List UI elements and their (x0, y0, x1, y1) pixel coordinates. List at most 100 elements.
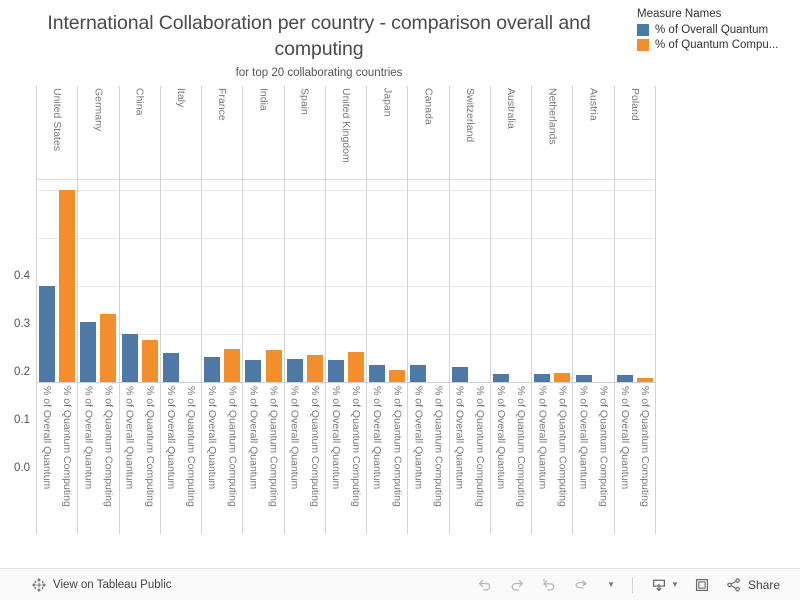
measure-label-cell[interactable]: % of Quantum Computing (470, 382, 490, 534)
country-header-cell[interactable]: Netherlands (532, 86, 574, 179)
measure-label-cell[interactable]: % of Quantum Computing (98, 382, 118, 534)
bar[interactable] (80, 321, 97, 382)
measure-label-cell[interactable]: % of Quantum Computing (263, 382, 283, 534)
measure-label: % of Overall Quantum (618, 386, 631, 490)
bar[interactable] (389, 369, 406, 382)
country-header-cell[interactable]: Canada (408, 86, 450, 179)
bar-slot (181, 180, 201, 382)
measure-label-cell[interactable]: % of Quantum Computing (57, 382, 77, 534)
measure-label-group: % of Overall Quantum % of Quantum Computi… (491, 382, 533, 534)
bar-slot (140, 180, 160, 382)
bar[interactable] (616, 375, 633, 382)
measure-label-cell[interactable]: % of Overall Quantum (408, 382, 428, 534)
bar[interactable] (59, 189, 76, 382)
country-header-cell[interactable]: Germany (78, 86, 120, 179)
bar-slot (408, 180, 428, 382)
measure-label-cell[interactable]: % of Quantum Computing (594, 382, 614, 534)
bar[interactable] (306, 354, 323, 382)
country-label: Australia (505, 88, 518, 129)
measure-label-cell[interactable]: % of Quantum Computing (140, 382, 160, 534)
reset-button[interactable] (534, 572, 564, 598)
legend-item-overall-quantum[interactable]: % of Overall Quantum (637, 24, 797, 36)
bar[interactable] (100, 314, 117, 382)
measure-label-cell[interactable]: % of Overall Quantum (243, 382, 263, 534)
bar[interactable] (162, 353, 179, 382)
country-header-cell[interactable]: Japan (367, 86, 409, 179)
measure-label-cell[interactable]: % of Overall Quantum (326, 382, 346, 534)
bar[interactable] (327, 359, 344, 382)
bar-columns (36, 180, 656, 382)
country-header-cell[interactable]: United Kingdom (326, 86, 368, 179)
bar[interactable] (348, 351, 365, 382)
measure-label-cell[interactable]: % of Quantum Computing (387, 382, 407, 534)
bar[interactable] (204, 356, 221, 382)
country-header-cell[interactable]: France (202, 86, 244, 179)
bar[interactable] (224, 349, 241, 382)
country-header-cell[interactable]: Switzerland (450, 86, 491, 179)
measure-label-cell[interactable]: % of Overall Quantum (37, 382, 57, 534)
measure-label-cell[interactable]: % of Overall Quantum (161, 382, 181, 534)
bar-group (202, 180, 244, 382)
fullscreen-button[interactable] (687, 572, 717, 598)
bar-slot (346, 180, 366, 382)
country-header-cell[interactable]: Austria (573, 86, 615, 179)
view-on-tableau-public-link[interactable]: View on Tableau Public (53, 579, 172, 591)
download-button[interactable]: ▼ (644, 572, 685, 598)
measure-label-cell[interactable]: % of Overall Quantum (532, 382, 552, 534)
chevron-down-icon: ▼ (607, 580, 616, 589)
legend-item-quantum-computing[interactable]: % of Quantum Compu... (637, 39, 797, 51)
measure-label: % of Overall Quantum (123, 386, 136, 490)
bar[interactable] (451, 367, 468, 382)
measure-label-cell[interactable]: % of Overall Quantum (491, 382, 511, 534)
undo-button[interactable] (470, 572, 500, 598)
country-header-cell[interactable]: Poland (615, 86, 656, 179)
measure-label-cell[interactable]: % of Quantum Computing (222, 382, 242, 534)
toolbar-right-group: ▼ ▼ Share (470, 572, 786, 598)
bar[interactable] (575, 375, 592, 382)
measure-label-cell[interactable]: % of Overall Quantum (573, 382, 593, 534)
bar[interactable] (245, 359, 262, 382)
bottom-toolbar: View on Tableau Public ▼ ▼ Share (0, 568, 800, 600)
measure-label-cell[interactable]: % of Quantum Computing (346, 382, 366, 534)
bar-group (36, 180, 79, 382)
measure-label-cell[interactable]: % of Overall Quantum (450, 382, 470, 534)
measure-label: % of Quantum Computing (638, 386, 651, 507)
bar[interactable] (492, 374, 509, 382)
measure-label-cell[interactable]: % of Overall Quantum (615, 382, 635, 534)
bar[interactable] (286, 359, 303, 382)
measure-label-cell[interactable]: % of Quantum Computing (181, 382, 201, 534)
measure-label-cell[interactable]: % of Overall Quantum (202, 382, 222, 534)
measure-label-cell[interactable]: % of Overall Quantum (285, 382, 305, 534)
country-header-cell[interactable]: Spain (285, 86, 326, 179)
measure-label-cell[interactable]: % of Quantum Computing (429, 382, 449, 534)
measure-label-cell[interactable]: % of Overall Quantum (367, 382, 387, 534)
measure-label: % of Overall Quantum (495, 386, 507, 490)
bar[interactable] (554, 373, 571, 382)
measure-label-cell[interactable]: % of Quantum Computing (511, 382, 531, 534)
country-header-cell[interactable]: China (120, 86, 161, 179)
measure-label: % of Quantum Computing (102, 386, 115, 507)
refresh-dropdown-caret[interactable]: ▼ (598, 572, 621, 598)
country-header-cell[interactable]: India (243, 86, 285, 179)
measure-label-cell[interactable]: % of Quantum Computing (305, 382, 325, 534)
measure-label-group: % of Overall Quantum % of Quantum Computi… (36, 382, 79, 534)
measure-label-cell[interactable]: % of Quantum Computing (552, 382, 572, 534)
refresh-button[interactable] (566, 572, 596, 598)
measure-label: % of Overall Quantum (453, 386, 466, 490)
country-header-cell[interactable]: United States (36, 86, 79, 179)
measure-label-cell[interactable]: % of Quantum Computing (635, 382, 655, 534)
bar[interactable] (410, 365, 427, 382)
bar[interactable] (369, 365, 386, 382)
measure-label-cell[interactable]: % of Overall Quantum (120, 382, 140, 534)
country-header-cell[interactable]: Italy (161, 86, 203, 179)
bar[interactable] (141, 340, 158, 382)
bar[interactable] (39, 285, 56, 382)
share-button[interactable]: Share (719, 572, 786, 598)
country-header-cell[interactable]: Australia (491, 86, 533, 179)
bar[interactable] (265, 349, 282, 382)
bar[interactable] (534, 374, 551, 382)
redo-button[interactable] (502, 572, 532, 598)
bar-slot (243, 180, 263, 382)
measure-label-cell[interactable]: % of Overall Quantum (78, 382, 98, 534)
bar[interactable] (121, 333, 138, 382)
